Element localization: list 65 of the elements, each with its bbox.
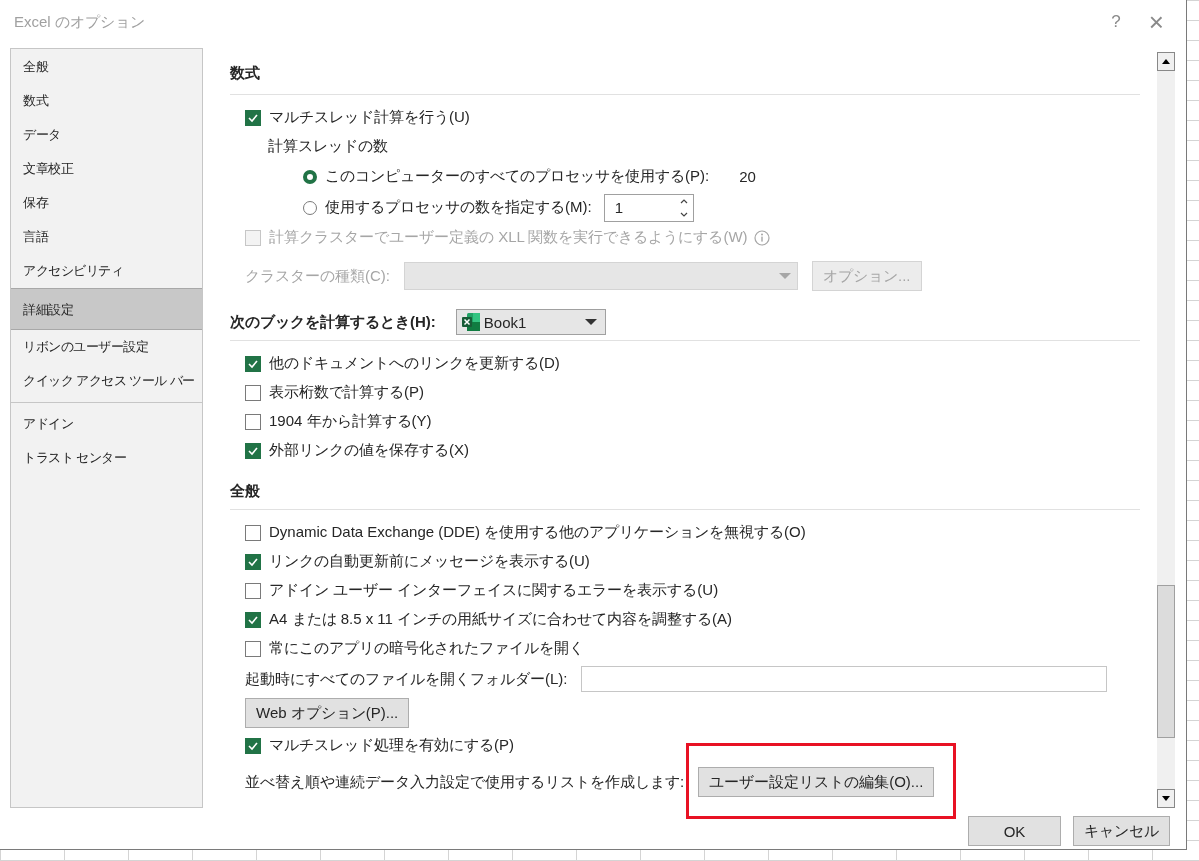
checkbox-label: 常にこのアプリの暗号化されたファイルを開く <box>269 639 584 658</box>
scroll-up-icon <box>1157 52 1175 71</box>
sidebar-item[interactable]: 全般 <box>11 50 202 84</box>
sidebar-item[interactable]: クイック アクセス ツール バー <box>11 364 202 398</box>
sidebar-item[interactable]: 保存 <box>11 186 202 220</box>
ok-button[interactable]: OK <box>968 816 1061 846</box>
section-heading: 数式 <box>230 63 260 83</box>
checkbox-label: A4 または 8.5 x 11 インチの用紙サイズに合わせて内容を調整する(A) <box>269 610 733 629</box>
workbook-dropdown[interactable]: Book1 <box>455 309 606 335</box>
checkbox-label: マルチスレッド計算を行う(U) <box>269 108 470 127</box>
window-title: Excel のオプション <box>14 12 145 32</box>
radio-label: 使用するプロセッサの数を指定する(M): <box>325 198 592 217</box>
sidebar-item[interactable]: アクセシビリティ <box>11 254 202 288</box>
processor-count: 20 <box>739 168 756 185</box>
checkbox-label: 他のドキュメントへのリンクを更新する(D) <box>269 354 560 373</box>
checkbox[interactable] <box>245 384 261 401</box>
checkbox[interactable] <box>245 553 261 570</box>
checkbox[interactable] <box>245 582 261 599</box>
checkbox-label: アドイン ユーザー インターフェイスに関するエラーを表示する(U) <box>269 581 719 600</box>
sidebar-item[interactable]: 詳細設定 <box>11 288 202 330</box>
cancel-button[interactable]: キャンセル <box>1073 816 1170 846</box>
checkbox-label: リンクの自動更新前にメッセージを表示する(U) <box>269 552 590 571</box>
scroll-down-icon <box>1157 789 1175 808</box>
caret-icon <box>584 318 597 326</box>
sidebar-item[interactable]: 文章校正 <box>11 152 202 186</box>
checkbox[interactable] <box>245 355 261 372</box>
checkbox-label: 計算クラスターでユーザー定義の XLL 関数を実行できるようにする(W) <box>269 228 748 247</box>
description-text: 並べ替え順や連続データ入力設定で使用するリストを作成します: <box>245 772 685 792</box>
checkbox[interactable] <box>245 109 261 126</box>
radio-button[interactable] <box>303 169 317 184</box>
group-label: 計算スレッドの数 <box>268 137 388 156</box>
field-label: クラスターの種類(C): <box>245 266 390 286</box>
checkbox-label: 表示桁数で計算する(P) <box>269 383 424 402</box>
number-spinner[interactable]: 1 <box>603 193 694 222</box>
field-label: 起動時にすべてのファイルを開くフォルダー(L): <box>245 669 568 689</box>
checkbox[interactable] <box>245 442 261 459</box>
sidebar-item[interactable]: 数式 <box>11 84 202 118</box>
help-button[interactable]: ? <box>1107 12 1125 32</box>
checkbox[interactable] <box>245 737 261 754</box>
checkbox-label: 外部リンクの値を保存する(X) <box>269 441 469 460</box>
sidebar-item[interactable]: 言語 <box>11 220 202 254</box>
checkbox[interactable] <box>245 611 261 628</box>
radio-label: このコンピューターのすべてのプロセッサを使用する(P): <box>325 167 710 186</box>
sidebar-item[interactable]: リボンのユーザー設定 <box>11 330 202 364</box>
section-heading: 次のブックを計算するとき(H): <box>230 312 436 332</box>
checkbox-label: マルチスレッド処理を有効にする(P) <box>269 736 514 755</box>
checkbox-label: Dynamic Data Exchange (DDE) を使用する他のアプリケーションを無視する(O) <box>269 523 806 542</box>
edit-list-button[interactable]: ユーザー設定リストの編集(O)... <box>698 767 935 797</box>
checkbox[interactable] <box>245 640 261 657</box>
caret-icon <box>779 272 791 280</box>
radio-button[interactable] <box>303 200 317 215</box>
dropdown-value: Book1 <box>483 313 528 331</box>
input-field[interactable] <box>580 666 1107 692</box>
sidebar-item[interactable]: トラスト センター <box>11 441 202 475</box>
checkbox[interactable] <box>245 413 261 430</box>
checkbox-label: 1904 年から計算する(Y) <box>269 412 432 431</box>
section-heading: 全般 <box>230 481 260 501</box>
scrollbar[interactable] <box>1157 52 1175 808</box>
sidebar-item[interactable]: データ <box>11 118 202 152</box>
options-button[interactable]: Web オプション(P)... <box>245 698 410 728</box>
sidebar-item[interactable]: アドイン <box>11 407 202 441</box>
spinner-value: 1 <box>614 199 623 216</box>
scroll-thumb[interactable] <box>1157 585 1175 738</box>
checkbox[interactable] <box>245 524 261 541</box>
spreadsheet-icon <box>460 312 481 332</box>
